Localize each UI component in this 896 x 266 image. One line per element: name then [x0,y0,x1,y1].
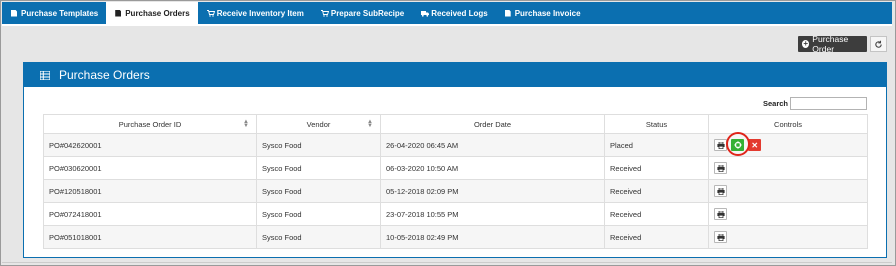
document-icon [11,9,17,17]
print-icon [716,141,725,149]
cart-icon [320,9,329,17]
column-header-controls: Controls [708,114,868,134]
cell-controls [708,156,868,180]
table-row: PO#030620001 Sysco Food 06-03-2020 10:50… [43,156,868,180]
table-header-row: Purchase Order ID ▲ ▼ Vendor ▲ ▼ Order Dat… [43,114,868,134]
tab-bar: Purchase Templates Purchase Orders Recei… [2,2,892,24]
cell-vendor: Sysco Food [256,225,381,249]
tab-label: Receive Inventory Item [216,8,304,18]
cell-vendor: Sysco Food [256,133,381,157]
print-button[interactable] [714,208,727,220]
cell-order-date: 06-03-2020 10:50 AM [380,156,605,180]
refresh-button[interactable] [870,36,887,52]
delete-order-button[interactable]: ✕ [748,139,762,151]
cell-controls [708,202,868,226]
table-row: PO#120518001 Sysco Food 05-12-2018 02:09… [43,179,868,203]
tab-purchase-templates[interactable]: Purchase Templates [2,2,106,24]
close-icon: ✕ [751,140,759,150]
cell-po-id: PO#051018001 [43,225,257,249]
search-input[interactable] [790,97,867,110]
tab-receive-inventory-item[interactable]: Receive Inventory Item [198,2,312,24]
table-row: PO#072418001 Sysco Food 23-07-2018 10:55… [43,202,868,226]
plus-circle-icon: + [802,39,810,48]
add-purchase-order-button[interactable]: + Purchase Order [798,34,867,54]
column-header-vendor[interactable]: Vendor ▲ ▼ [256,114,381,134]
cell-vendor: Sysco Food [256,202,381,226]
panel-header: Purchase Orders [24,63,886,87]
print-icon [716,187,725,195]
search-row: Search [763,97,867,110]
print-icon [716,210,725,218]
print-button[interactable] [714,231,727,243]
print-icon [716,233,725,241]
tab-label: Received Logs [431,8,488,18]
tab-received-logs[interactable]: Received Logs [412,2,495,24]
cell-status: Received [604,225,709,249]
column-header-purchase-order-id[interactable]: Purchase Order ID ▲ ▼ [43,114,257,134]
cell-po-id: PO#072418001 [43,202,257,226]
tab-prepare-subrecipe[interactable]: Prepare SubRecipe [312,2,412,24]
cell-po-id: PO#042620001 [43,133,257,157]
bottom-divider [2,262,892,263]
document-icon [504,9,511,17]
print-icon [716,164,725,172]
search-label: Search [762,99,788,108]
tab-underline [2,24,892,26]
cell-status: Received [604,156,709,180]
cell-po-id: PO#120518001 [43,179,257,203]
sort-icon: ▲ ▼ [367,119,373,129]
table-row: PO#051018001 Sysco Food 10-05-2018 02:49… [43,225,868,249]
column-header-status: Status [604,114,709,134]
cell-status: Placed [604,133,709,157]
tab-label: Purchase Templates [21,8,99,18]
print-button[interactable] [714,185,727,197]
purchase-orders-panel: Purchase Orders Search Purchase Order ID… [23,62,887,258]
add-purchase-order-label: Purchase Order [812,34,849,54]
sort-icon: ▲ ▼ [243,119,249,129]
column-header-order-date: Order Date [380,114,605,134]
document-icon [115,9,122,17]
truck-icon [421,10,430,17]
tab-label: Prepare SubRecipe [330,8,405,18]
cell-controls [708,225,868,249]
tab-label: Purchase Invoice [514,8,581,18]
print-button[interactable] [714,162,727,174]
cell-po-id: PO#030620001 [43,156,257,180]
cell-order-date: 10-05-2018 02:49 PM [380,225,605,249]
cell-controls [708,179,868,203]
refresh-icon [875,40,882,48]
tab-purchase-orders[interactable]: Purchase Orders [106,2,198,24]
tab-purchase-invoice[interactable]: Purchase Invoice [496,2,589,24]
cell-order-date: 26-04-2020 06:45 AM [380,133,605,157]
cart-icon [206,9,215,17]
panel-title: Purchase Orders [59,68,150,82]
cell-vendor: Sysco Food [256,156,381,180]
tab-label: Purchase Orders [125,8,190,18]
highlight-circle [726,132,750,156]
cell-status: Received [604,202,709,226]
cell-order-date: 23-07-2018 10:55 PM [380,202,605,226]
cell-status: Received [604,179,709,203]
grid-icon [40,70,50,80]
cell-vendor: Sysco Food [256,179,381,203]
cell-order-date: 05-12-2018 02:09 PM [380,179,605,203]
